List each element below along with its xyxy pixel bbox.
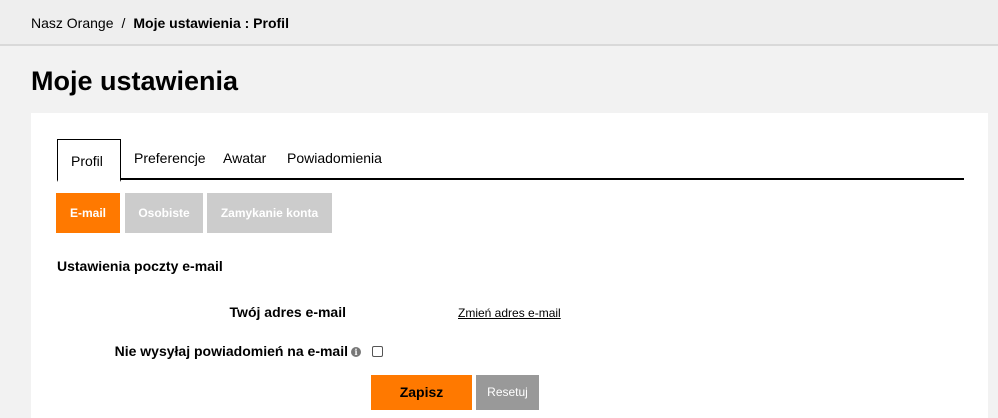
no-notifications-checkbox[interactable] (372, 346, 383, 357)
subtab-email[interactable]: E-mail (56, 193, 120, 233)
tab-powiadomienia[interactable]: Powiadomienia (274, 139, 395, 180)
settings-card: Profil Preferencje Awatar Powiadomienia … (31, 113, 988, 418)
tab-preferencje[interactable]: Preferencje (121, 139, 219, 180)
no-notifications-label: Nie wysyłaj powiadomień na e-mail (114, 343, 348, 359)
tab-profil[interactable]: Profil (57, 139, 121, 182)
reset-button[interactable]: Resetuj (476, 375, 539, 410)
tab-awatar[interactable]: Awatar (210, 139, 279, 180)
save-button[interactable]: Zapisz (371, 375, 472, 410)
breadcrumb: Nasz Orange / Moje ustawienia : Profil (31, 15, 289, 31)
breadcrumb-separator: / (121, 15, 126, 31)
page-title: Moje ustawienia (31, 66, 239, 96)
info-icon[interactable]: i (351, 347, 361, 357)
change-email-link[interactable]: Zmień adres e-mail (458, 306, 561, 320)
breadcrumb-current: Moje ustawienia : Profil (133, 15, 289, 31)
breadcrumb-home-link[interactable]: Nasz Orange (31, 15, 113, 31)
no-notifications-row: Nie wysyłaj powiadomień na e-mail i (71, 343, 361, 359)
email-address-label: Twój adres e-mail (229, 304, 346, 320)
tab-bar: Profil Preferencje Awatar Powiadomienia (57, 139, 964, 182)
subtab-osobiste[interactable]: Osobiste (125, 193, 203, 233)
top-bar: Nasz Orange / Moje ustawienia : Profil (0, 0, 998, 46)
subtab-zamykanie-konta[interactable]: Zamykanie konta (207, 193, 332, 233)
section-title: Ustawienia poczty e-mail (57, 258, 223, 274)
